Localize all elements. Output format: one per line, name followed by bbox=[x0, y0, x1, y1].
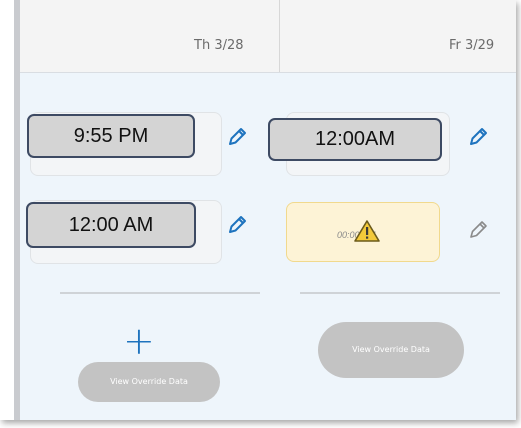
warning-triangle-icon bbox=[354, 220, 380, 242]
row-divider bbox=[60, 292, 260, 294]
edit-pencil-icon[interactable] bbox=[226, 126, 248, 148]
day-header-friday: Fr 3/29 bbox=[449, 38, 495, 53]
column-divider bbox=[279, 0, 280, 72]
time-value-thu-row1: 9:55 PM bbox=[27, 114, 195, 158]
row-divider bbox=[300, 292, 500, 294]
day-header-thursday: Th 3/28 bbox=[194, 38, 244, 53]
edit-pencil-icon[interactable] bbox=[467, 126, 489, 148]
edit-pencil-icon-disabled[interactable] bbox=[467, 219, 489, 241]
plus-icon[interactable]: + bbox=[123, 322, 155, 360]
view-override-data-button[interactable]: View Override Data bbox=[318, 322, 464, 378]
edit-pencil-icon[interactable] bbox=[226, 214, 248, 236]
time-cell-fri-row2-warning[interactable]: 00:00 PM bbox=[286, 202, 440, 262]
day-header-row bbox=[20, 0, 516, 73]
time-value-thu-row2: 12:00 AM bbox=[26, 202, 196, 248]
view-override-data-button[interactable]: View Override Data bbox=[78, 362, 220, 402]
time-value-fri-row1: 12:00AM bbox=[268, 118, 442, 161]
schedule-panel: Th 3/28 Fr 3/29 9:55 PM 12:00AM 12:00 AM… bbox=[0, 0, 516, 420]
